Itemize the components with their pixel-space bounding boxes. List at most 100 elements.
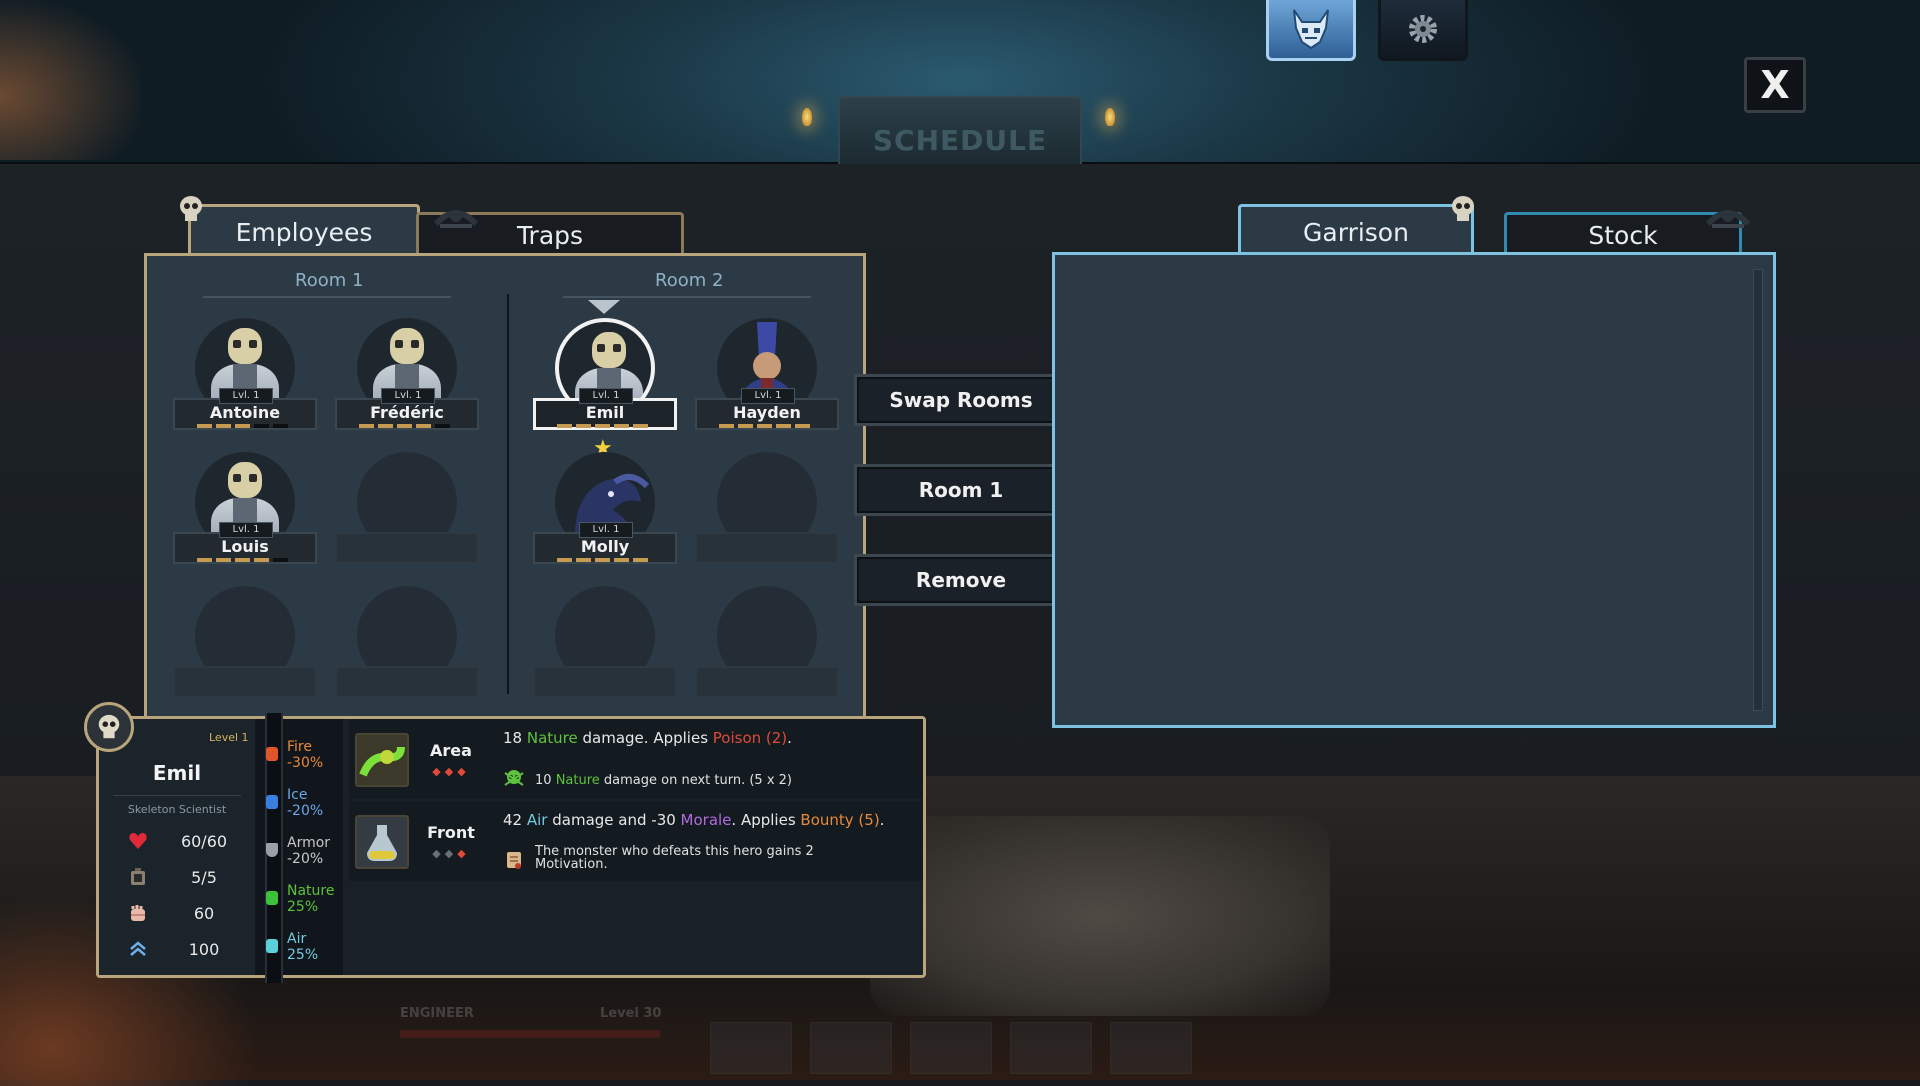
skull-icon	[180, 196, 202, 221]
resistance-ice: Ice -20%	[287, 787, 324, 819]
hud-label: ENGINEER	[400, 1006, 474, 1021]
empty-slot[interactable]	[695, 586, 839, 706]
schedule-banner: SCHEDULE	[838, 96, 1082, 164]
stamina-pips	[197, 558, 288, 562]
trap-icon	[433, 210, 479, 228]
target-dots: ◆◆◆	[432, 847, 470, 860]
close-button[interactable]: X	[1744, 57, 1806, 113]
stat-stamina: 5/5	[127, 865, 247, 889]
demon-face-icon	[1293, 9, 1329, 50]
hud-slot	[910, 1022, 992, 1074]
skull-icon	[1452, 196, 1474, 221]
employee-level: Lvl. 1	[579, 388, 633, 404]
skill-target: Front	[427, 823, 475, 842]
resistance-nature: Nature 25%	[287, 883, 335, 915]
skill-target: Area	[430, 741, 472, 760]
banner-text: SCHEDULE	[872, 124, 1048, 157]
nature-gem-icon	[266, 891, 278, 905]
employee-slot-frederic[interactable]: Frédéric Lvl. 1	[335, 318, 479, 438]
skill-description: 18 Nature damage. Applies Poison (2).	[503, 729, 792, 747]
remove-button[interactable]: Remove	[854, 554, 1068, 606]
air-gem-icon	[266, 939, 278, 953]
button-label: Swap Rooms	[889, 388, 1033, 412]
torch-icon	[802, 108, 812, 126]
stat-speed: 100	[127, 937, 247, 961]
monster-menu-button[interactable]	[1266, 0, 1356, 61]
employee-level: Lvl. 1	[219, 388, 273, 404]
selection-arrow-icon	[588, 300, 620, 314]
stamina-pips	[557, 558, 648, 562]
hud-slot	[710, 1022, 792, 1074]
hud-health-bar	[400, 1030, 660, 1038]
trap-icon	[1705, 210, 1751, 228]
fire-gem-icon	[266, 747, 278, 761]
fist-icon	[127, 902, 149, 924]
skill-description: 42 Air damage and -30 Morale. Applies Bo…	[503, 811, 885, 829]
resistance-fire: Fire -30%	[287, 739, 324, 771]
gear-icon	[1409, 15, 1437, 43]
skill-sub-description: 10 Nature damage on next turn. (5 x 2)	[535, 773, 793, 788]
employee-slot-molly[interactable]: Molly Lvl. 1	[533, 452, 677, 572]
target-dots: ◆◆◆	[432, 765, 470, 778]
employee-slot-emil[interactable]: Emil Lvl. 1	[533, 318, 677, 438]
poison-skull-icon	[504, 770, 524, 786]
room-1-underline	[203, 296, 451, 298]
employee-level: Lvl. 1	[741, 388, 795, 404]
employee-level: Lvl. 1	[219, 522, 273, 538]
button-label: Room 1	[918, 478, 1004, 502]
garrison-scrollbar[interactable]	[1753, 269, 1763, 711]
air-flask-icon	[355, 815, 409, 869]
stamina-pips	[197, 424, 288, 428]
card-name: Emil	[152, 761, 202, 785]
stat-health: 60/60	[127, 829, 247, 853]
room-1-label: Room 1	[295, 270, 364, 291]
bottom-hud: ENGINEER Level 30	[390, 994, 1790, 1080]
hud-slot	[1110, 1022, 1192, 1074]
poison-flask-icon	[355, 733, 409, 787]
card-level: Level 1	[209, 731, 249, 744]
tab-garrison[interactable]: Garrison	[1238, 204, 1474, 257]
scroll-decoration	[870, 816, 1330, 1016]
stamina-pips	[557, 424, 648, 428]
empty-slot[interactable]	[533, 586, 677, 706]
tab-employees[interactable]: Employees	[188, 204, 420, 257]
tab-label: Employees	[235, 217, 373, 247]
employee-slot-hayden[interactable]: Hayden Lvl. 1	[695, 318, 839, 438]
scroll-icon	[507, 852, 521, 869]
empty-slot[interactable]	[335, 452, 479, 572]
room-divider	[507, 294, 509, 694]
torch-icon	[1105, 108, 1115, 126]
employee-slot-louis[interactable]: Louis Lvl. 1	[173, 452, 317, 572]
room-2-underline	[563, 296, 811, 298]
skill-row[interactable]: Front ◆◆◆ 42 Air damage and -30 Morale. …	[349, 801, 923, 881]
employee-slot-antoine[interactable]: Antoine Lvl. 1	[173, 318, 317, 438]
heart-icon	[127, 830, 149, 852]
skills-list: Area ◆◆◆ 18 Nature damage. Applies Poiso…	[349, 719, 923, 975]
room-1-button[interactable]: Room 1	[854, 464, 1068, 516]
employee-info-card: Level 1 Emil Skeleton Scientist 60/60 5/…	[96, 713, 926, 983]
skull-icon	[98, 714, 120, 739]
stat-column: Level 1 Emil Skeleton Scientist 60/60 5/…	[99, 719, 255, 975]
skill-row[interactable]: Area ◆◆◆ 18 Nature damage. Applies Poiso…	[349, 719, 923, 799]
swap-rooms-button[interactable]: Swap Rooms	[854, 374, 1068, 426]
hud-level: Level 30	[600, 1006, 662, 1021]
room-2-label: Room 2	[655, 270, 724, 291]
stat-attack: 60	[127, 901, 247, 925]
tab-label: Garrison	[1303, 217, 1409, 247]
settings-button[interactable]	[1378, 0, 1468, 61]
empty-slot[interactable]	[173, 586, 317, 706]
hud-slot	[1010, 1022, 1092, 1074]
speed-chevron-icon	[127, 938, 149, 960]
skill-sub-description: The monster who defeats this hero gains …	[535, 844, 814, 872]
scene-background-top: SCHEDULE	[0, 0, 1920, 164]
resistance-air: Air 25%	[287, 931, 319, 963]
empty-slot[interactable]	[335, 586, 479, 706]
hud-slot	[810, 1022, 892, 1074]
scene-light	[0, 0, 140, 160]
stamina-pips	[359, 424, 450, 428]
armor-shield-icon	[266, 843, 278, 857]
ice-gem-icon	[266, 795, 278, 809]
card-class: Skeleton Scientist	[127, 803, 227, 816]
empty-slot[interactable]	[695, 452, 839, 572]
stamina-pips	[719, 424, 810, 428]
